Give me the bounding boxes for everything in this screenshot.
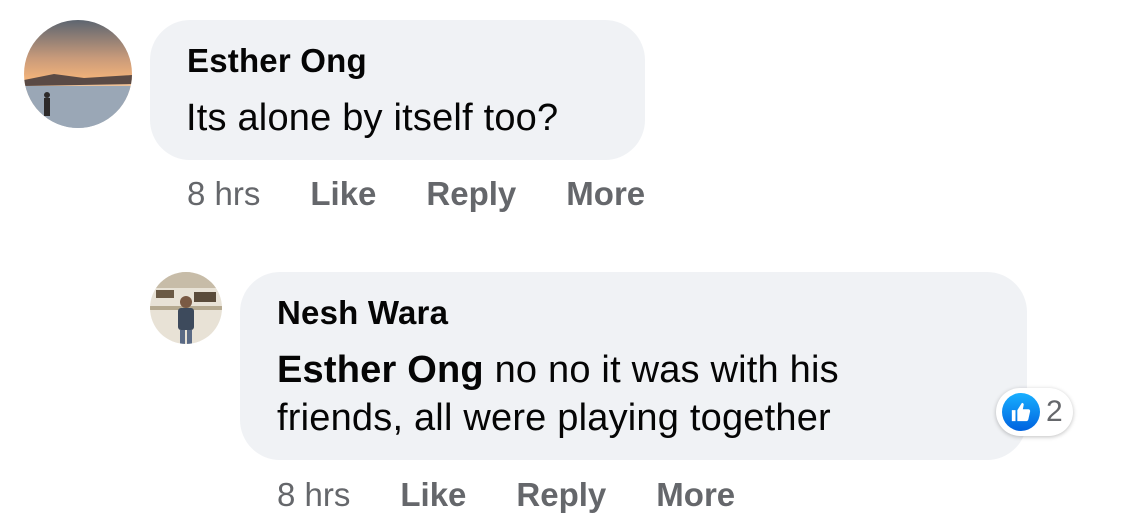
comment-text: Its alone by itself too? xyxy=(186,97,559,139)
mention-link[interactable]: Esther Ong xyxy=(277,349,484,391)
avatar-sunset-photo xyxy=(24,20,132,128)
reaction-count: 2 xyxy=(1046,395,1063,428)
like-button[interactable]: Like xyxy=(400,476,466,514)
reply-button[interactable]: Reply xyxy=(516,476,606,514)
reply-button[interactable]: Reply xyxy=(426,175,516,213)
comment-text: Esther Ong no no it was with his friends… xyxy=(277,346,967,442)
comment-author[interactable]: Esther Ong xyxy=(187,42,367,80)
more-button[interactable]: More xyxy=(656,476,735,514)
more-button[interactable]: More xyxy=(566,175,645,213)
comment-timestamp[interactable]: 8 hrs xyxy=(277,476,350,514)
comment-timestamp[interactable]: 8 hrs xyxy=(187,175,260,213)
comment-author[interactable]: Nesh Wara xyxy=(277,294,448,332)
like-button[interactable]: Like xyxy=(310,175,376,213)
comment-actions: 8 hrs Like Reply More xyxy=(187,175,695,213)
avatar-person-photo xyxy=(150,272,222,344)
like-thumb-icon xyxy=(1002,393,1040,431)
avatar[interactable] xyxy=(24,20,132,128)
comment-actions: 8 hrs Like Reply More xyxy=(277,476,785,514)
reaction-summary[interactable]: 2 xyxy=(996,388,1073,436)
avatar[interactable] xyxy=(150,272,222,344)
